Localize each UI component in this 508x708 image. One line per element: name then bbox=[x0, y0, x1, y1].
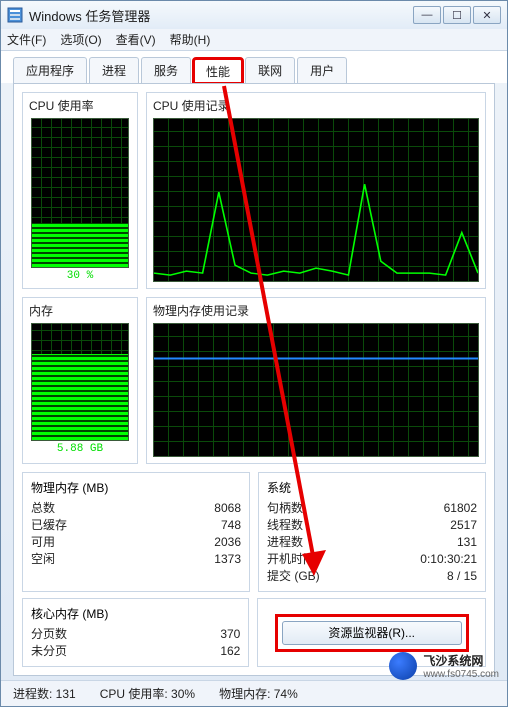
performance-panel: CPU 使用率 30 % CPU 使用记录 内存 bbox=[13, 83, 495, 676]
memory-history-group: 物理内存使用记录 bbox=[146, 297, 486, 464]
cpu-usage-group: CPU 使用率 30 % bbox=[22, 92, 138, 289]
cpu-usage-label: CPU 使用率 bbox=[29, 97, 131, 114]
pmem-free-value: 1373 bbox=[214, 551, 241, 568]
pmem-avail-value: 2036 bbox=[214, 534, 241, 551]
kernel-memory-stats: 核心内存 (MB) 分页数 370 未分页 162 bbox=[22, 598, 249, 667]
sys-handles-label: 句柄数 bbox=[267, 500, 303, 517]
pmem-cached-value: 748 bbox=[221, 517, 241, 534]
memory-history-label: 物理内存使用记录 bbox=[153, 302, 479, 319]
status-cpu: CPU 使用率: 30% bbox=[100, 685, 195, 702]
window-controls: — ☐ ✕ bbox=[413, 6, 501, 24]
menu-file[interactable]: 文件(F) bbox=[7, 31, 46, 48]
window-title: Windows 任务管理器 bbox=[29, 6, 413, 25]
cpu-percent: 30 % bbox=[29, 270, 131, 282]
sys-threads-value: 2517 bbox=[450, 517, 477, 534]
physical-memory-stats: 物理内存 (MB) 总数 8068 已缓存 748 可用 2036 空闲 1373 bbox=[22, 472, 250, 592]
sys-commit-label: 提交 (GB) bbox=[267, 568, 320, 585]
status-processes: 进程数: 131 bbox=[13, 685, 76, 702]
sys-uptime-label: 开机时间 bbox=[267, 551, 315, 568]
pmem-total-label: 总数 bbox=[31, 500, 55, 517]
tab-applications[interactable]: 应用程序 bbox=[13, 57, 87, 83]
tab-services[interactable]: 服务 bbox=[141, 57, 191, 83]
memory-label: 内存 bbox=[29, 302, 131, 319]
tab-performance[interactable]: 性能 bbox=[193, 58, 243, 84]
kmem-paged-value: 370 bbox=[220, 626, 240, 643]
system-stats: 系统 句柄数 61802 线程数 2517 进程数 131 开机时间 0:10:30:2… bbox=[258, 472, 486, 592]
sys-procs-value: 131 bbox=[457, 534, 477, 551]
status-memory: 物理内存: 74% bbox=[219, 685, 298, 702]
memory-usage-group: 内存 5.88 GB bbox=[22, 297, 138, 464]
kmem-paged-label: 分页数 bbox=[31, 626, 67, 643]
minimize-button[interactable]: — bbox=[413, 6, 441, 24]
menu-help[interactable]: 帮助(H) bbox=[170, 31, 211, 48]
close-button[interactable]: ✕ bbox=[473, 6, 501, 24]
cpu-history-graph bbox=[153, 118, 479, 282]
sys-procs-label: 进程数 bbox=[267, 534, 303, 551]
pmem-cached-label: 已缓存 bbox=[31, 517, 67, 534]
cpu-history-group: CPU 使用记录 bbox=[146, 92, 486, 289]
status-bar: 进程数: 131 CPU 使用率: 30% 物理内存: 74% bbox=[1, 680, 507, 706]
sys-commit-value: 8 / 15 bbox=[447, 568, 477, 585]
maximize-button[interactable]: ☐ bbox=[443, 6, 471, 24]
task-manager-window: Windows 任务管理器 — ☐ ✕ 文件(F) 选项(O) 查看(V) 帮助… bbox=[0, 0, 508, 707]
tab-networking[interactable]: 联网 bbox=[245, 57, 295, 83]
app-icon bbox=[7, 7, 23, 23]
kmem-nonpaged-value: 162 bbox=[220, 643, 240, 660]
menubar: 文件(F) 选项(O) 查看(V) 帮助(H) bbox=[1, 29, 507, 51]
pmem-free-label: 空闲 bbox=[31, 551, 55, 568]
titlebar[interactable]: Windows 任务管理器 — ☐ ✕ bbox=[1, 1, 507, 29]
watermark-name: 飞沙系统网 bbox=[423, 652, 499, 669]
sys-uptime-value: 0:10:30:21 bbox=[420, 551, 477, 568]
pmem-title: 物理内存 (MB) bbox=[31, 479, 241, 496]
memory-value: 5.88 GB bbox=[29, 443, 131, 455]
kmem-title: 核心内存 (MB) bbox=[31, 605, 240, 622]
watermark-url: www.fs0745.com bbox=[423, 669, 499, 680]
memory-meter bbox=[31, 323, 129, 441]
tab-users[interactable]: 用户 bbox=[297, 57, 347, 83]
resource-monitor-button[interactable]: 资源监视器(R)... bbox=[282, 621, 462, 645]
tab-strip: 应用程序 进程 服务 性能 联网 用户 bbox=[1, 51, 507, 83]
cpu-meter bbox=[31, 118, 129, 268]
sys-handles-value: 61802 bbox=[444, 500, 477, 517]
menu-view[interactable]: 查看(V) bbox=[116, 31, 156, 48]
kmem-nonpaged-label: 未分页 bbox=[31, 643, 67, 660]
menu-options[interactable]: 选项(O) bbox=[60, 31, 101, 48]
memory-history-graph bbox=[153, 323, 479, 457]
watermark-logo-icon bbox=[389, 652, 417, 680]
pmem-total-value: 8068 bbox=[214, 500, 241, 517]
sys-title: 系统 bbox=[267, 479, 477, 496]
cpu-history-label: CPU 使用记录 bbox=[153, 97, 479, 114]
pmem-avail-label: 可用 bbox=[31, 534, 55, 551]
tab-processes[interactable]: 进程 bbox=[89, 57, 139, 83]
sys-threads-label: 线程数 bbox=[267, 517, 303, 534]
watermark: 飞沙系统网 www.fs0745.com bbox=[389, 652, 499, 680]
